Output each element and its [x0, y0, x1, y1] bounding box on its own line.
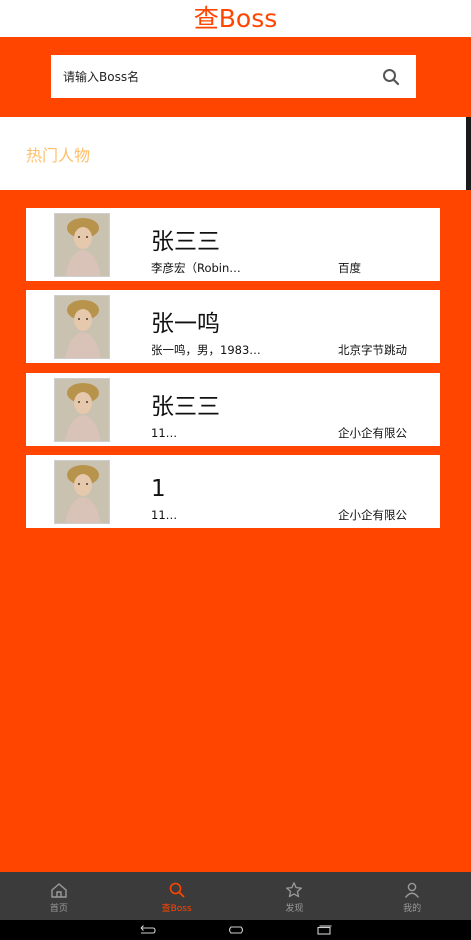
person-desc: 张一鸣，男，1983…: [151, 343, 261, 357]
scroll-edge: [466, 117, 471, 190]
search-area: 请输入Boss名: [0, 37, 471, 117]
person-company: 企小企有限公: [338, 508, 407, 522]
hot-people-header: 热门人物: [0, 117, 471, 190]
person-name: 1: [151, 476, 166, 502]
search-icon: [383, 68, 400, 85]
system-nav-bar: [0, 920, 471, 940]
person-name: 张三三: [151, 394, 220, 420]
person-company: 百度: [338, 261, 361, 275]
person-company: 北京字节跳动: [338, 343, 407, 357]
person-desc: 11…: [151, 426, 178, 440]
tab-label: 发现: [285, 903, 304, 914]
hot-people-label: 热门人物: [26, 145, 91, 165]
tab-label: 查Boss: [161, 903, 192, 914]
person-name: 张一鸣: [151, 311, 220, 337]
bottom-tab-bar: 首页 查Boss 发现 我的: [0, 872, 471, 920]
tab-home[interactable]: 首页: [0, 872, 118, 920]
search-placeholder: 请输入Boss名: [63, 70, 140, 84]
back-icon[interactable]: [139, 924, 157, 936]
person-desc: 李彦宏（Robin…: [151, 261, 241, 275]
app-header: 查Boss: [0, 0, 471, 37]
person-icon: [405, 882, 420, 898]
recent-apps-icon[interactable]: [315, 924, 333, 936]
tab-label: 我的: [403, 903, 422, 914]
list-item[interactable]: 1 11… 企小企有限公: [26, 455, 440, 528]
tab-search[interactable]: 查Boss: [118, 872, 236, 920]
avatar: [54, 213, 110, 277]
list-item[interactable]: 张一鸣 张一鸣，男，1983… 北京字节跳动: [26, 290, 440, 363]
star-icon: [286, 881, 303, 897]
tab-profile[interactable]: 我的: [353, 872, 471, 920]
list-item[interactable]: 张三三 11… 企小企有限公: [26, 373, 440, 446]
person-name: 张三三: [151, 229, 220, 255]
home-icon: [51, 882, 67, 898]
tab-label: 首页: [49, 903, 68, 914]
avatar: [54, 378, 110, 442]
avatar: [54, 460, 110, 524]
search-input[interactable]: 请输入Boss名: [51, 55, 416, 98]
tab-discover[interactable]: 发现: [236, 872, 354, 920]
search-icon: [169, 882, 185, 897]
person-desc: 11…: [151, 508, 178, 522]
person-company: 企小企有限公: [338, 426, 407, 440]
search-button[interactable]: [366, 55, 416, 98]
avatar: [54, 295, 110, 359]
page-title: 查Boss: [193, 4, 278, 33]
home-button-icon[interactable]: [227, 924, 245, 936]
list-item[interactable]: 张三三 李彦宏（Robin… 百度: [26, 208, 440, 281]
